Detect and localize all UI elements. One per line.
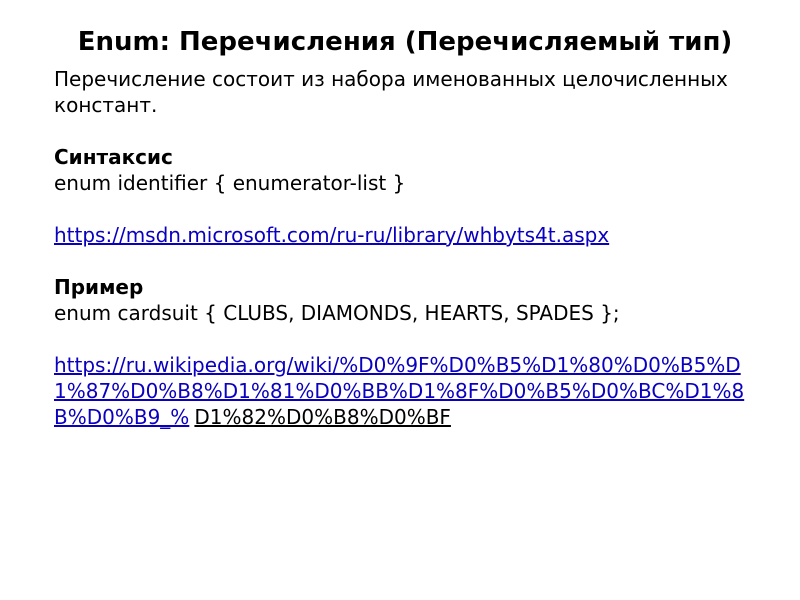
spacer	[54, 118, 756, 144]
spacer	[54, 326, 756, 352]
wiki-link-block: https://ru.wikipedia.org/wiki/%D0%9F%D0%…	[54, 352, 756, 430]
syntax-code: enum identifier { enumerator-list }	[54, 170, 756, 196]
msdn-link[interactable]: https://msdn.microsoft.com/ru-ru/library…	[54, 223, 609, 247]
syntax-heading: Синтаксис	[54, 144, 756, 170]
example-heading: Пример	[54, 274, 756, 300]
slide-title: Enum: Перечисления (Перечисляемый тип)	[54, 28, 756, 58]
wiki-link-tail: D1%82%D0%B8%D0%BF	[194, 405, 451, 429]
spacer	[54, 248, 756, 274]
spacer	[54, 196, 756, 222]
slide-container: Enum: Перечисления (Перечисляемый тип) П…	[0, 0, 800, 600]
example-code: enum cardsuit { CLUBS, DIAMONDS, HEARTS,…	[54, 300, 756, 326]
intro-text: Перечисление состоит из набора именованн…	[54, 66, 756, 118]
